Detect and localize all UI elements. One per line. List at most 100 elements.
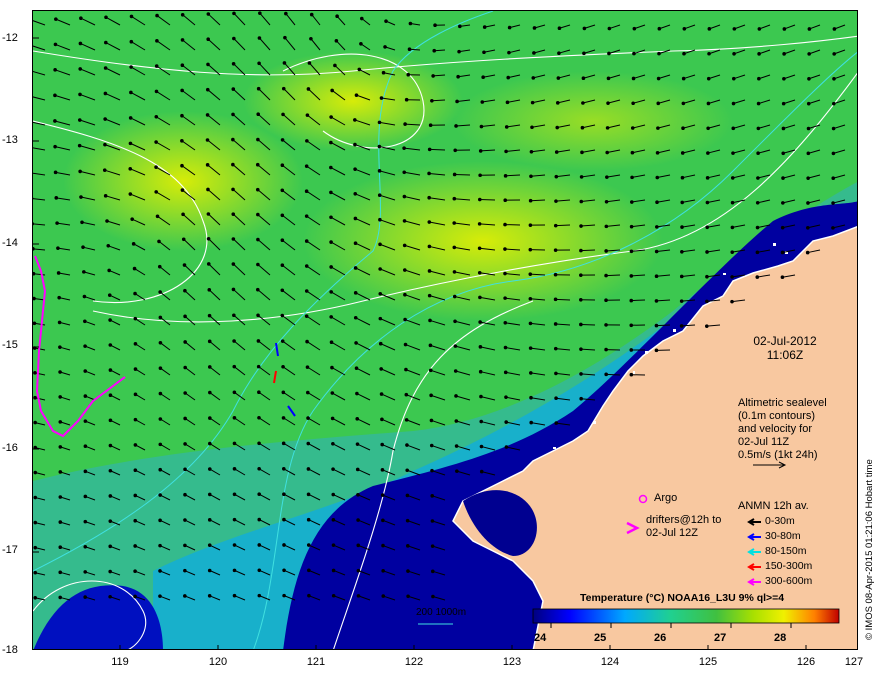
velocity-arrow-head bbox=[730, 275, 734, 279]
velocity-arrow-head bbox=[133, 518, 138, 523]
velocity-arrow-head bbox=[732, 27, 737, 31]
velocity-arrow-head bbox=[133, 367, 138, 371]
velocity-arrow-head bbox=[133, 594, 137, 599]
velocity-arrow-head bbox=[782, 27, 787, 31]
velocity-arrow-head bbox=[528, 198, 533, 203]
velocity-arrow-head bbox=[306, 416, 310, 420]
velocity-arrow-head bbox=[108, 519, 113, 523]
velocity-arrow-head bbox=[604, 298, 608, 303]
velocity-arrow-head bbox=[330, 416, 335, 421]
velocity-arrow-head bbox=[452, 245, 457, 250]
velocity-arrow-head bbox=[381, 569, 385, 573]
velocity-arrow-head bbox=[359, 16, 364, 21]
velocity-arrow-head bbox=[831, 126, 836, 131]
velocity-arrow-head bbox=[154, 190, 158, 194]
velocity-arrow-head bbox=[504, 395, 508, 399]
velocity-arrow-head bbox=[477, 197, 482, 202]
velocity-arrow-head bbox=[331, 568, 336, 573]
velocity-arrow-head bbox=[208, 416, 212, 420]
velocity-arrow-head bbox=[33, 271, 36, 276]
velocity-arrow-head bbox=[427, 171, 431, 176]
velocity-arrow-head bbox=[103, 117, 107, 121]
velocity-arrow-head bbox=[329, 215, 333, 220]
velocity-arrow-head bbox=[629, 323, 634, 328]
velocity-arrow-head bbox=[232, 467, 237, 471]
velocity-arrow-head bbox=[330, 88, 334, 93]
y-tick-label: -16 bbox=[2, 442, 18, 454]
velocity-arrow-head bbox=[402, 146, 406, 150]
velocity-arrow bbox=[429, 148, 446, 151]
velocity-arrow-head bbox=[157, 239, 161, 244]
velocity-arrow-head bbox=[306, 543, 311, 547]
velocity-arrow-head bbox=[353, 266, 358, 270]
velocity-arrow-head bbox=[231, 87, 236, 91]
warm-patch bbox=[303, 161, 663, 321]
velocity-arrow-head bbox=[478, 345, 483, 349]
velocity-arrow-head bbox=[180, 88, 184, 93]
velocity-arrow-head bbox=[33, 321, 37, 326]
velocity-arrow-head bbox=[353, 241, 358, 245]
anmn-title: ANMN 12h av. bbox=[738, 500, 809, 512]
colorbar-tick-label: 26 bbox=[654, 632, 667, 644]
velocity-arrow-head bbox=[579, 396, 583, 401]
velocity-arrow-head bbox=[355, 417, 360, 421]
credit-text: © IMOS 08-Apr-2015 01:21:06 Hobart time bbox=[864, 459, 875, 640]
velocity-arrow-head bbox=[506, 75, 511, 80]
velocity-arrow-head bbox=[258, 11, 262, 15]
velocity-arrow-head bbox=[77, 118, 82, 122]
velocity-arrow-head bbox=[831, 176, 836, 181]
velocity-arrow-head bbox=[431, 594, 435, 599]
velocity-arrow-head bbox=[58, 595, 63, 600]
velocity-arrow-head bbox=[554, 150, 559, 154]
velocity-arrow-head bbox=[206, 212, 211, 216]
velocity-arrow-head bbox=[305, 113, 310, 117]
velocity-arrow-head bbox=[133, 316, 138, 321]
velocity-arrow-head bbox=[579, 175, 584, 179]
altimetry-line: (0.1m contours) bbox=[738, 410, 816, 422]
velocity-arrow-head bbox=[108, 594, 112, 599]
velocity-arrow-head bbox=[407, 47, 412, 52]
velocity-arrow-head bbox=[756, 176, 760, 180]
velocity-arrow-head bbox=[331, 518, 336, 522]
velocity-arrow-head bbox=[257, 517, 262, 522]
velocity-arrow-head bbox=[579, 322, 583, 327]
velocity-arrow-head bbox=[329, 140, 333, 145]
velocity-arrow-head bbox=[402, 268, 407, 272]
velocity-arrow-head bbox=[133, 342, 138, 346]
velocity-arrow-head bbox=[82, 270, 86, 274]
velocity-arrow-head bbox=[631, 76, 636, 81]
velocity-arrow-head bbox=[529, 174, 533, 179]
velocity-arrow-head bbox=[82, 294, 87, 299]
velocity-arrow-head bbox=[232, 390, 237, 395]
velocity-arrow-head bbox=[33, 495, 38, 500]
velocity-arrow-head bbox=[629, 224, 634, 229]
velocity-arrow-head bbox=[33, 445, 38, 450]
velocity-arrow-head bbox=[180, 113, 184, 118]
x-tick-label: 119 bbox=[111, 656, 129, 668]
velocity-arrow-head bbox=[33, 545, 38, 550]
velocity-arrow-head bbox=[231, 262, 236, 266]
velocity-arrow-head bbox=[680, 200, 685, 205]
velocity-arrow-head bbox=[83, 369, 88, 373]
velocity-arrow-head bbox=[579, 224, 583, 228]
velocity-arrow-head bbox=[482, 50, 486, 55]
velocity-arrow-head bbox=[256, 339, 261, 343]
velocity-arrow-head bbox=[378, 316, 383, 321]
velocity-arrow-head bbox=[103, 66, 108, 70]
velocity-arrow-head bbox=[283, 35, 287, 40]
velocity-arrow-head bbox=[102, 168, 107, 172]
velocity-arrow-head bbox=[780, 250, 785, 255]
velocity-arrow-head bbox=[282, 593, 286, 598]
velocity-arrow-head bbox=[180, 163, 184, 168]
velocity-arrow-head bbox=[556, 76, 561, 80]
velocity-arrow-head bbox=[183, 543, 187, 548]
velocity-arrow bbox=[656, 324, 671, 327]
velocity-arrow-head bbox=[756, 151, 760, 156]
velocity-arrow-head bbox=[377, 120, 382, 125]
velocity-arrow-head bbox=[306, 467, 311, 471]
velocity-arrow-head bbox=[655, 225, 659, 229]
velocity-arrow-head bbox=[706, 76, 711, 81]
velocity-arrow-head bbox=[280, 238, 285, 243]
velocity-arrow-head bbox=[557, 51, 561, 55]
velocity-arrow-head bbox=[206, 37, 210, 42]
